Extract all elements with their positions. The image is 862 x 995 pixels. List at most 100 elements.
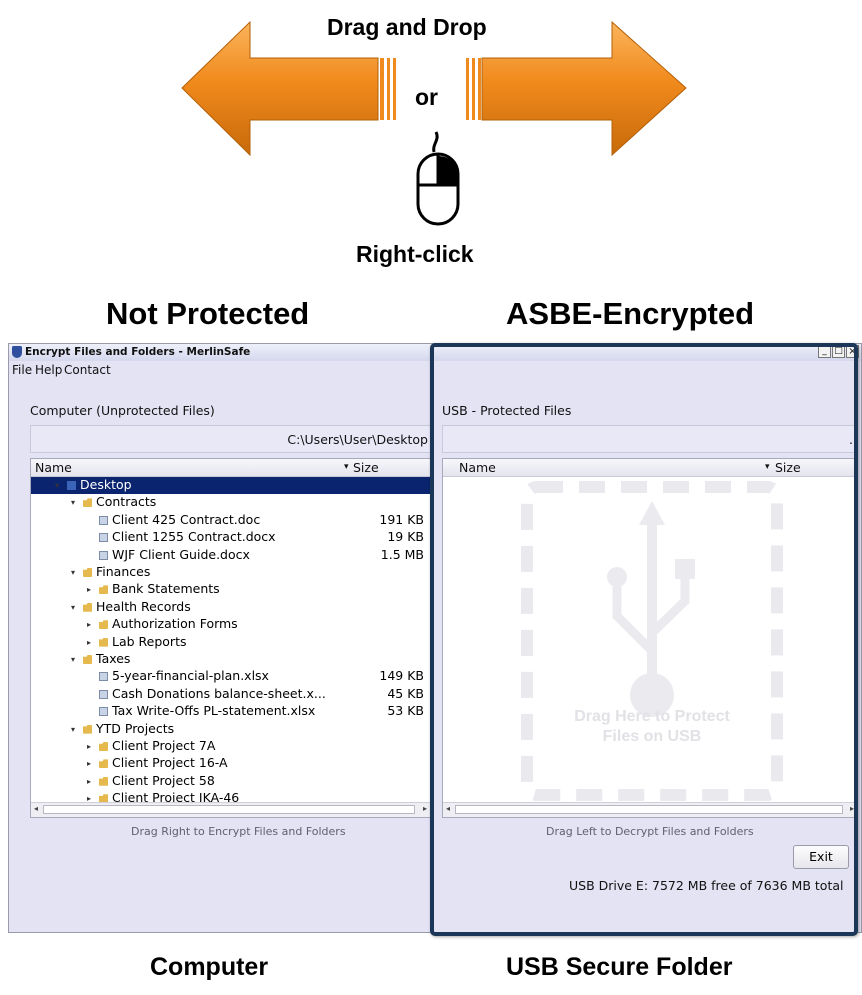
expanded-arrow-icon[interactable]: ▾: [71, 564, 75, 581]
document-icon: [99, 515, 108, 525]
menu-file[interactable]: File: [12, 363, 32, 377]
tree-row-name: Authorization Forms: [112, 616, 238, 632]
drag-and-drop-label: Drag and Drop: [327, 14, 487, 40]
tree-row-size: 19 KB: [387, 529, 424, 545]
expanded-arrow-icon[interactable]: ▾: [55, 477, 59, 494]
tree-row[interactable]: 5-year-financial-plan.xlsx 149 KB: [31, 668, 430, 685]
left-path-bar[interactable]: C:\Users\User\Desktop: [30, 425, 431, 453]
spreadsheet-icon: [99, 707, 108, 717]
menu-help[interactable]: Help: [35, 363, 62, 377]
expanded-arrow-icon[interactable]: ▾: [71, 721, 75, 738]
or-label: or: [415, 84, 438, 110]
shield-icon: [12, 346, 22, 358]
tree-row[interactable]: ▸ Client Project 7A: [31, 738, 430, 755]
collapsed-arrow-icon[interactable]: ▸: [87, 773, 91, 790]
tree-row-name: Client Project 58: [112, 772, 215, 788]
tree-row[interactable]: Client 425 Contract.doc 191 KB: [31, 512, 430, 529]
tree-row-name: Taxes: [96, 651, 131, 666]
folder-icon: [83, 568, 92, 577]
encrypt-hint: Drag Right to Encrypt Files and Folders: [131, 825, 346, 838]
tree-row[interactable]: ▾ Contracts: [31, 494, 430, 511]
tree-row-name: 5-year-financial-plan.xlsx: [112, 668, 269, 684]
folder-icon: [83, 655, 92, 664]
tree-row-size: 191 KB: [379, 511, 424, 527]
tree-row-name: Client Project 16-A: [112, 755, 228, 771]
menu-contact[interactable]: Contact: [64, 363, 111, 377]
folder-icon: [99, 742, 108, 751]
tree-row[interactable]: ▸ Lab Reports: [31, 634, 430, 651]
collapsed-arrow-icon[interactable]: ▸: [87, 581, 91, 598]
collapsed-arrow-icon[interactable]: ▸: [87, 616, 91, 633]
tree-row[interactable]: Cash Donations balance-sheet.x... 45 KB: [31, 686, 430, 703]
spreadsheet-icon: [99, 689, 108, 699]
tree-row-size: 149 KB: [379, 668, 424, 684]
desktop-icon: [67, 481, 76, 490]
tree-row[interactable]: ▸ Client Project 58: [31, 773, 430, 790]
scroll-right-icon[interactable]: ▸: [423, 804, 427, 813]
tree-row[interactable]: WJF Client Guide.docx 1.5 MB: [31, 547, 430, 564]
folder-icon: [99, 759, 108, 769]
collapsed-arrow-icon[interactable]: ▸: [87, 738, 91, 755]
tree-row[interactable]: Client 1255 Contract.docx 19 KB: [31, 529, 430, 546]
tree-row-name: Tax Write-Offs PL-statement.xlsx: [112, 703, 316, 719]
tree-row[interactable]: ▾ Taxes: [31, 651, 430, 668]
scroll-left-icon[interactable]: ◂: [34, 804, 38, 813]
folder-icon: [99, 776, 108, 786]
document-icon: [99, 550, 108, 560]
expanded-arrow-icon[interactable]: ▾: [71, 494, 75, 511]
tree-row[interactable]: ▾ Finances: [31, 564, 430, 581]
tree-row-name: YTD Projects: [96, 720, 175, 736]
mouse-icon: [416, 131, 460, 226]
folder-icon: [83, 498, 92, 508]
document-icon: [99, 533, 108, 543]
spreadsheet-icon: [99, 672, 108, 682]
collapsed-arrow-icon[interactable]: ▸: [87, 755, 91, 772]
right-arrow-icon: [466, 20, 687, 157]
folder-icon: [83, 602, 92, 612]
tree-row-name: WJF Client Guide.docx: [112, 546, 250, 562]
left-file-tree[interactable]: Name ▾ Size ▾ Desktop ▾ Contracts Client 425…: [30, 458, 431, 818]
tree-row[interactable]: Tax Write-Offs PL-statement.xlsx 53 KB: [31, 703, 430, 720]
collapsed-arrow-icon[interactable]: ▸: [87, 634, 91, 651]
tree-row[interactable]: ▸ Client Project 16-A: [31, 755, 430, 772]
tree-row-name: Client 1255 Contract.docx: [112, 529, 276, 545]
tree-row-selected[interactable]: ▾ Desktop: [31, 477, 430, 494]
tree-row-size: 45 KB: [387, 685, 424, 701]
sort-arrow-icon: ▾: [344, 462, 349, 472]
tree-row[interactable]: ▸ Bank Statements: [31, 581, 430, 598]
left-name-column-header[interactable]: Name: [35, 460, 72, 475]
left-horizontal-scrollbar[interactable]: ◂ ▸: [31, 802, 430, 817]
tree-row-name: Contracts: [96, 494, 157, 510]
tree-row-name: Client 425 Contract.doc: [112, 511, 261, 527]
computer-caption: Computer: [150, 953, 269, 981]
tree-row-name: Lab Reports: [112, 633, 187, 649]
tree-row-name: Cash Donations balance-sheet.x...: [112, 685, 326, 701]
tree-row-name: Client Project 7A: [112, 738, 216, 753]
left-size-column-header[interactable]: Size: [353, 460, 379, 475]
tree-row-name: Finances: [96, 564, 151, 579]
folder-icon: [99, 585, 108, 595]
not-protected-header: Not Protected: [106, 296, 310, 331]
usb-secure-folder-caption: USB Secure Folder: [506, 953, 733, 981]
left-scroll-thumb[interactable]: [43, 805, 415, 814]
folder-icon: [99, 637, 108, 647]
expanded-arrow-icon[interactable]: ▾: [71, 651, 75, 668]
usb-secure-folder-highlight: [430, 343, 858, 936]
tree-row[interactable]: ▾ YTD Projects: [31, 721, 430, 738]
tree-row-name: Desktop: [80, 477, 132, 492]
tree-row-name: Bank Statements: [112, 581, 220, 597]
left-column-header: Name ▾ Size: [31, 459, 430, 477]
right-click-label: Right-click: [356, 241, 474, 267]
left-pane-label: Computer (Unprotected Files): [30, 403, 215, 418]
expanded-arrow-icon[interactable]: ▾: [71, 599, 75, 616]
tree-row-size: 53 KB: [387, 703, 424, 719]
folder-icon: [83, 724, 92, 734]
left-arrow-icon: [181, 20, 396, 157]
tree-row-name: Health Records: [96, 598, 191, 614]
tree-row-size: 1.5 MB: [380, 546, 424, 562]
folder-icon: [99, 620, 108, 630]
tree-row[interactable]: ▸ Authorization Forms: [31, 616, 430, 633]
left-path-text: C:\Users\User\Desktop: [287, 432, 428, 447]
asbe-encrypted-header: ASBE-Encrypted: [506, 296, 755, 331]
tree-row[interactable]: ▾ Health Records: [31, 599, 430, 616]
